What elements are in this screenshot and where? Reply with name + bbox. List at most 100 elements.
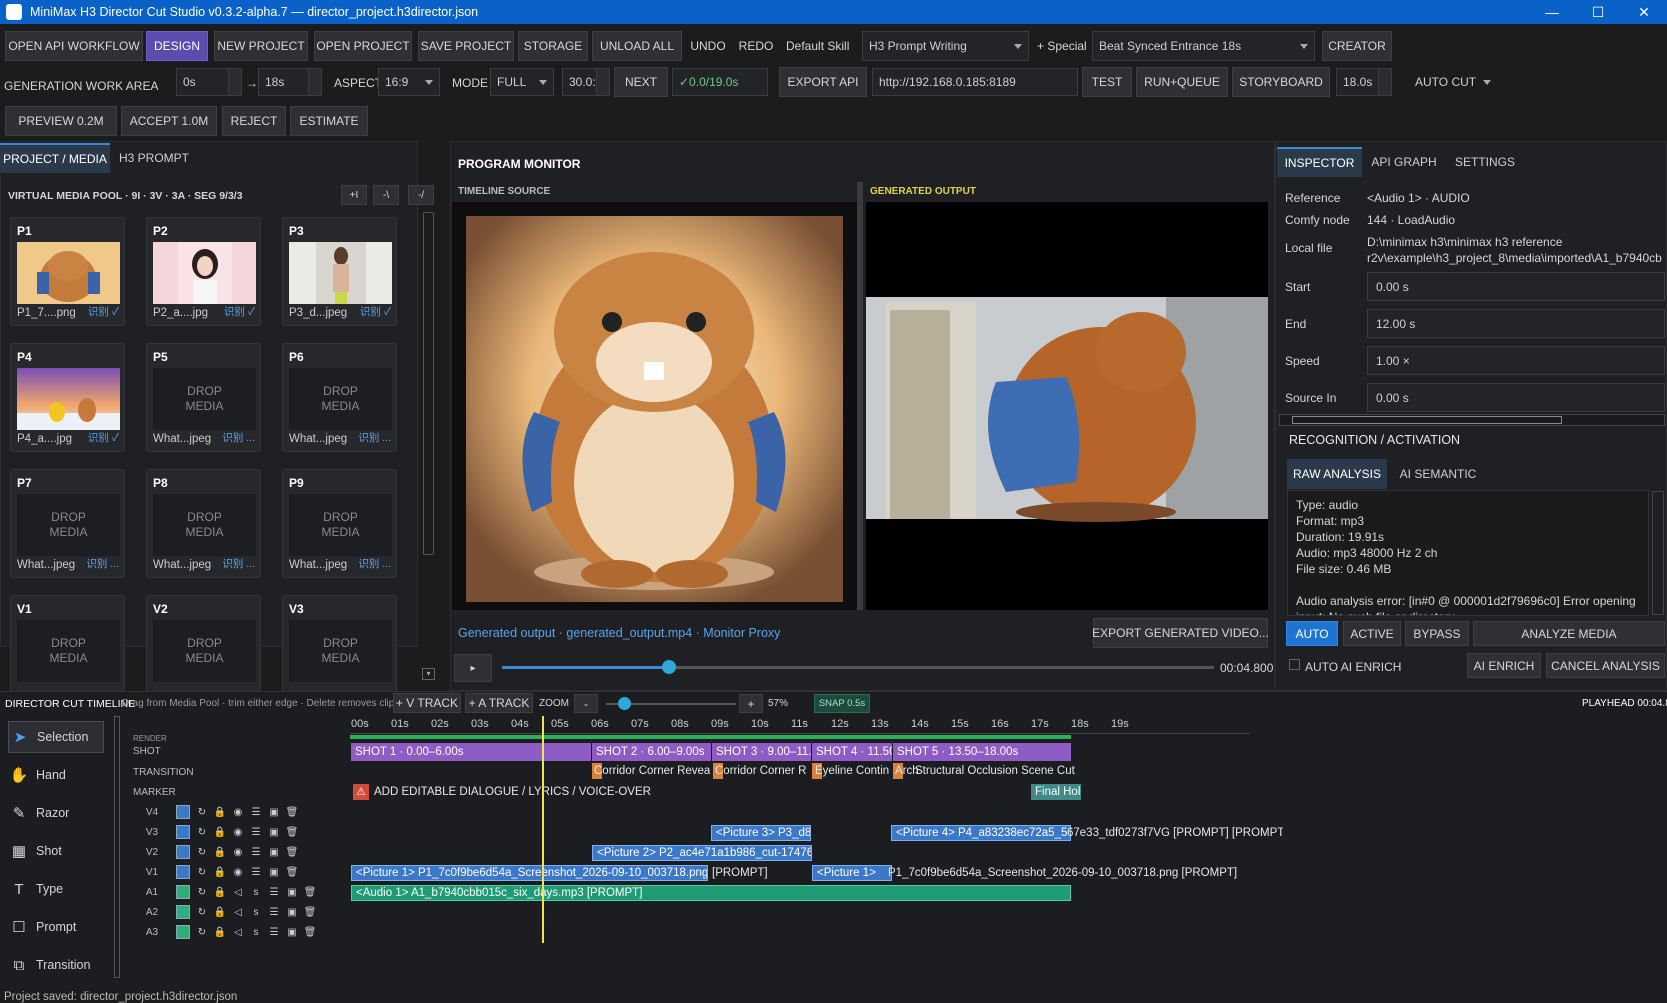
- final-hold-marker[interactable]: Final Hold: [1031, 784, 1081, 800]
- spin-icon[interactable]: [308, 69, 321, 95]
- trash-icon[interactable]: 🗑: [301, 927, 319, 938]
- picture-clip-label[interactable]: P1_7c0f9be6d54a_Screenshot_2026-09-10_00…: [884, 865, 1244, 881]
- track-color-swatch[interactable]: [176, 805, 190, 819]
- frame-icon[interactable]: ▣: [265, 847, 283, 858]
- track-header-v2[interactable]: V2 ↻ 🔒 ◉ ☰ ▣ 🗑: [128, 843, 324, 861]
- special-select[interactable]: Beat Synced Entrance 18s: [1092, 31, 1315, 61]
- media-card-p6[interactable]: P6 DROP MEDIA What...jpeg 识别 ...: [282, 343, 397, 452]
- auto-cut-select[interactable]: AUTO CUT: [1398, 68, 1498, 96]
- close-icon[interactable]: ✕: [1621, 4, 1667, 21]
- track-color-swatch[interactable]: [176, 925, 190, 939]
- track-header-v3[interactable]: V3 ↻ 🔒 ◉ ☰ ▣ 🗑: [128, 823, 324, 841]
- sync-icon[interactable]: ↻: [193, 807, 211, 818]
- media-card-v1[interactable]: V1 DROP MEDIA: [10, 595, 125, 704]
- tool-prompt[interactable]: ☐ Prompt: [8, 911, 104, 943]
- sliders-icon[interactable]: ☰: [247, 867, 265, 878]
- eye-icon[interactable]: ◉: [229, 867, 247, 878]
- media-card-v3[interactable]: V3 DROP MEDIA: [282, 595, 397, 704]
- fps-field[interactable]: 30.0:: [562, 68, 610, 96]
- ai-enrich-button[interactable]: AI ENRICH: [1467, 653, 1541, 678]
- maximize-icon[interactable]: ☐: [1575, 4, 1621, 21]
- creator-button[interactable]: CREATOR: [1322, 31, 1392, 61]
- storage-button[interactable]: STORAGE: [518, 31, 588, 61]
- tab-h3-prompt[interactable]: H3 PROMPT: [110, 143, 198, 173]
- drop-media-zone[interactable]: DROP MEDIA: [17, 494, 120, 556]
- monitor-splitter[interactable]: [857, 182, 863, 610]
- sync-icon[interactable]: ↻: [193, 827, 211, 838]
- speed-input[interactable]: 1.00 ×: [1367, 346, 1665, 375]
- preview-button[interactable]: PREVIEW 0.2M: [5, 106, 117, 136]
- picture-clip[interactable]: <Picture 4> P4_a83238ec72a5_5: [891, 825, 1071, 841]
- media-card-p7[interactable]: P7 DROP MEDIA What...jpeg 识别 ...: [10, 469, 125, 578]
- save-project-button[interactable]: SAVE PROJECT: [418, 31, 514, 61]
- tool-type[interactable]: T Type: [8, 873, 104, 905]
- drop-media-zone[interactable]: DROP MEDIA: [289, 494, 392, 556]
- shot-clip[interactable]: SHOT 4 · 11.50: [812, 743, 892, 761]
- estimate-button[interactable]: ESTIMATE: [290, 106, 368, 136]
- open-api-workflow-button[interactable]: OPEN API WORKFLOW: [5, 31, 143, 61]
- media-card-p4[interactable]: P4 P4_a....jpg 识别 ✓: [10, 343, 125, 452]
- next-button[interactable]: NEXT: [614, 67, 668, 97]
- work-area-start-field[interactable]: 0s: [176, 68, 242, 96]
- tab-settings[interactable]: SETTINGS: [1446, 147, 1524, 177]
- run-queue-button[interactable]: RUN+QUEUE: [1136, 67, 1228, 97]
- zoom-slider[interactable]: [606, 697, 736, 710]
- solo-icon[interactable]: s: [247, 927, 265, 938]
- trash-icon[interactable]: 🗑: [301, 907, 319, 918]
- track-header-a2[interactable]: A2 ↻ 🔒 ◁ s ☰ ▣ 🗑: [128, 903, 324, 921]
- marker-label[interactable]: ADD EDITABLE DIALOGUE / LYRICS / VOICE-O…: [370, 784, 670, 800]
- tab-raw-analysis[interactable]: RAW ANALYSIS: [1287, 459, 1387, 489]
- track-header-a1[interactable]: A1 ↻ 🔒 ◁ s ☰ ▣ 🗑: [128, 883, 324, 901]
- sync-icon[interactable]: ↻: [193, 887, 211, 898]
- drop-media-zone[interactable]: DROP MEDIA: [153, 368, 256, 430]
- tools-scrollbar[interactable]: [114, 716, 120, 978]
- trash-icon[interactable]: 🗑: [283, 807, 301, 818]
- tab-inspector[interactable]: INSPECTOR: [1277, 147, 1362, 177]
- frame-icon[interactable]: ▣: [265, 807, 283, 818]
- inspector-hscrollbar[interactable]: [1279, 414, 1665, 426]
- track-header-v1[interactable]: V1 ↻ 🔒 ◉ ☰ ▣ 🗑: [128, 863, 324, 881]
- design-button[interactable]: DESIGN: [146, 31, 208, 61]
- sliders-icon[interactable]: ☰: [247, 827, 265, 838]
- tool-shot[interactable]: ▦ Shot: [8, 835, 104, 867]
- tab-project-media[interactable]: PROJECT / MEDIA: [0, 143, 110, 173]
- auto-ai-enrich-checkbox[interactable]: [1289, 659, 1300, 670]
- auto-button[interactable]: AUTO: [1286, 621, 1338, 646]
- media-card-p8[interactable]: P8 DROP MEDIA What...jpeg 识别 ...: [146, 469, 261, 578]
- sliders-icon[interactable]: ☰: [247, 807, 265, 818]
- redo-button[interactable]: REDO: [734, 31, 778, 61]
- frame-icon[interactable]: ▣: [283, 927, 301, 938]
- sliders-icon[interactable]: ☰: [265, 887, 283, 898]
- playhead[interactable]: [542, 716, 544, 943]
- frame-icon[interactable]: ▣: [265, 827, 283, 838]
- tab-ai-semantic[interactable]: AI SEMANTIC: [1390, 459, 1486, 489]
- scroll-down-icon[interactable]: ▾: [422, 668, 435, 680]
- add-v-track-button[interactable]: + V TRACK: [393, 693, 461, 713]
- add-a-track-button[interactable]: + A TRACK: [465, 693, 533, 713]
- eye-icon[interactable]: ◉: [229, 807, 247, 818]
- media-scrollbar[interactable]: [423, 212, 434, 555]
- track-color-swatch[interactable]: [176, 845, 190, 859]
- sliders-icon[interactable]: ☰: [265, 927, 283, 938]
- media-card-p1[interactable]: P1 P1_7....png 识别 ✓: [10, 217, 125, 326]
- track-color-swatch[interactable]: [176, 825, 190, 839]
- lock-icon[interactable]: 🔒: [211, 867, 229, 878]
- pool-add-button[interactable]: +I: [341, 185, 367, 205]
- shot-clip[interactable]: SHOT 1 · 0.00–6.00s: [351, 743, 591, 761]
- snap-toggle[interactable]: SNAP 0.5s: [814, 694, 870, 713]
- open-project-button[interactable]: OPEN PROJECT: [314, 31, 412, 61]
- frame-icon[interactable]: ▣: [283, 887, 301, 898]
- duration-field[interactable]: 18.0s: [1336, 68, 1392, 96]
- spin-icon[interactable]: [1378, 69, 1391, 95]
- audio-clip[interactable]: <Audio 1> A1_b7940cbb015c_six_days.mp3 […: [351, 885, 1071, 901]
- transition-label[interactable]: Eyeline Contin: [811, 763, 891, 779]
- generated-viewer[interactable]: [866, 202, 1268, 610]
- sliders-icon[interactable]: ☰: [247, 847, 265, 858]
- end-input[interactable]: 12.00 s: [1367, 309, 1665, 338]
- drop-media-zone[interactable]: DROP MEDIA: [289, 620, 392, 682]
- lock-icon[interactable]: 🔒: [211, 807, 229, 818]
- mute-icon[interactable]: ◁: [229, 907, 247, 918]
- transition-label[interactable]: Corridor Corner R: [711, 763, 811, 779]
- default-skill-select[interactable]: H3 Prompt Writing: [862, 31, 1029, 61]
- lock-icon[interactable]: 🔒: [211, 907, 229, 918]
